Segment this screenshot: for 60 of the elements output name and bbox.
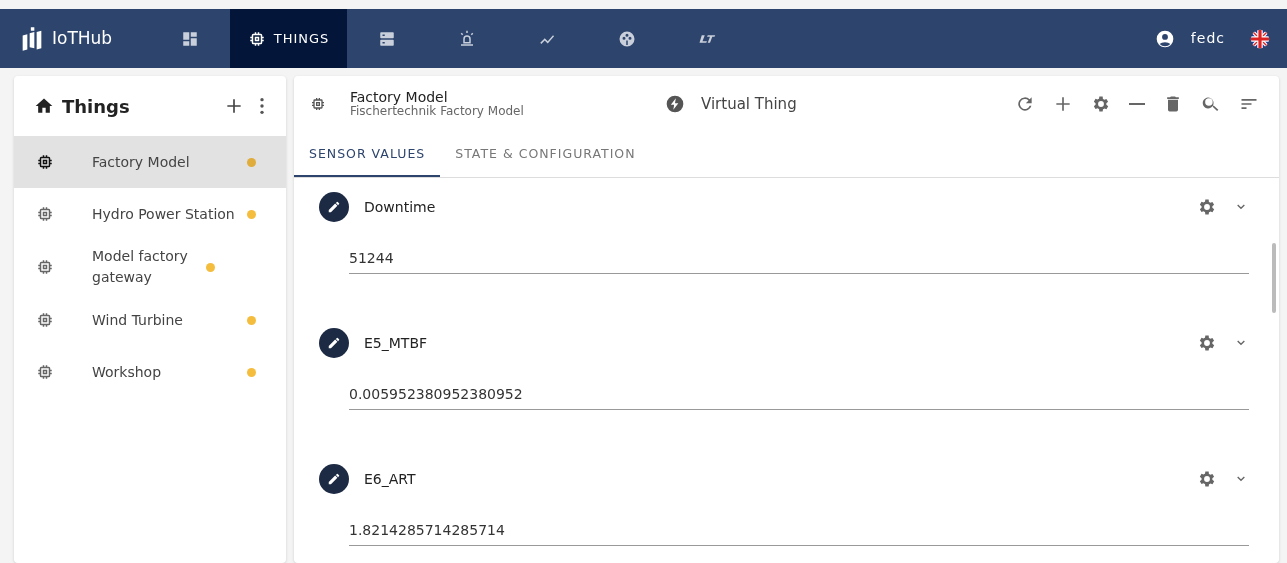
more-button[interactable] xyxy=(260,98,264,114)
tab[interactable]: STATE & CONFIGURATION xyxy=(440,132,651,178)
thing-subtitle: Fischertechnik Factory Model xyxy=(350,105,525,120)
thing-item[interactable]: Hydro Power Station xyxy=(14,188,286,240)
sensor-name: E6_ART xyxy=(364,469,417,489)
thing-item[interactable]: Factory Model xyxy=(14,136,286,188)
thing-title: Factory Model xyxy=(350,89,448,106)
user-name[interactable]: fedc xyxy=(1190,28,1225,49)
thing-name: Factory Model xyxy=(91,152,191,172)
lightning-icon xyxy=(665,94,685,115)
sensor-name: Downtime xyxy=(364,197,437,217)
thing-item[interactable]: Model factory gateway xyxy=(14,240,286,294)
minus-icon xyxy=(1129,103,1145,106)
value-field[interactable]: 1.8214285714285714 xyxy=(349,516,1249,547)
nav-tab[interactable]: THINGS xyxy=(230,9,347,68)
settings-icon xyxy=(1091,94,1111,115)
server-icon xyxy=(378,29,396,48)
thing-name: Wind Turbine xyxy=(91,310,184,330)
dashboard-icon xyxy=(181,29,199,48)
user-icon xyxy=(1154,28,1175,49)
value-field[interactable]: 0.005952380952380952 xyxy=(349,380,1249,411)
pencil-icon xyxy=(327,336,341,351)
more-icon xyxy=(260,98,264,114)
plus-icon xyxy=(224,96,244,116)
settings-button[interactable] xyxy=(1091,94,1111,115)
settings-button[interactable] xyxy=(1197,333,1217,354)
settings-icon xyxy=(1197,469,1217,490)
chip-icon xyxy=(310,96,326,113)
scrollbar[interactable] xyxy=(1272,243,1276,314)
settings-button[interactable] xyxy=(1197,469,1217,490)
thing-type: Virtual Thing xyxy=(701,94,798,116)
chip-icon xyxy=(247,29,266,48)
tab[interactable]: SENSOR VALUES xyxy=(294,132,441,178)
value-field[interactable]: 51244 xyxy=(349,244,1249,275)
chip-icon xyxy=(36,258,54,276)
sidebar-title: Things xyxy=(62,94,131,119)
thing-name: Hydro Power Station xyxy=(91,204,236,224)
thing-item[interactable]: Wind Turbine xyxy=(14,294,286,346)
thing-name: Model factory gateway xyxy=(91,247,189,287)
pencil-icon xyxy=(327,472,341,487)
settings-icon xyxy=(1197,333,1217,354)
add-button[interactable] xyxy=(224,96,244,116)
sensor-name: E5_MTBF xyxy=(364,333,429,353)
chip-icon xyxy=(36,363,54,381)
chip-icon xyxy=(36,153,54,171)
palette-icon xyxy=(618,29,636,48)
chip-icon xyxy=(36,311,54,329)
settings-icon xyxy=(1197,197,1217,218)
flag-icon[interactable] xyxy=(1249,27,1271,50)
thing-item[interactable]: Workshop xyxy=(14,346,286,398)
brand-name[interactable]: IoTHub xyxy=(52,25,113,52)
chip-icon xyxy=(36,205,54,223)
edit-button[interactable] xyxy=(319,328,349,359)
thing-name: Workshop xyxy=(91,362,163,382)
home-icon xyxy=(34,96,54,116)
edit-button[interactable] xyxy=(319,464,349,495)
edit-button[interactable] xyxy=(319,192,349,223)
alarm-light-icon xyxy=(458,29,476,48)
settings-button[interactable] xyxy=(1197,197,1217,218)
pencil-icon xyxy=(327,200,341,215)
